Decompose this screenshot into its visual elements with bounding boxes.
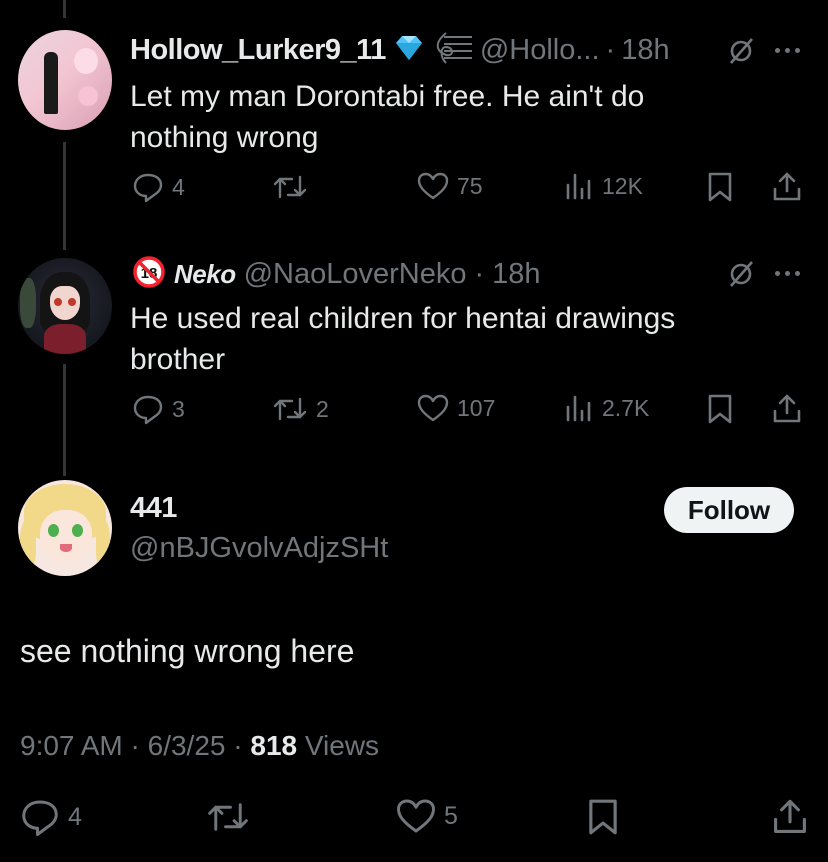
share-icon[interactable] [772,171,802,203]
tweet-2-header: 18 Neko @NaoLoverNeko · 18h [132,254,541,294]
reply-count: 4 [68,802,82,831]
thread-line-top [63,0,66,18]
more-icon[interactable] [775,271,800,276]
like-button[interactable]: 5 [396,797,458,835]
views-label: Views [304,730,380,761]
retweet-icon[interactable] [206,797,250,837]
share-icon[interactable] [772,393,802,425]
more-icon[interactable] [775,48,800,53]
views-count: 818 [250,730,298,761]
bookmark-icon[interactable] [706,171,734,203]
retweet-count: 2 [316,395,329,422]
retweet-icon [272,393,308,425]
grok-icon[interactable] [726,259,756,294]
reply-count: 4 [172,173,185,200]
tweet-time[interactable]: 9:07 AM [20,730,123,761]
views-icon [564,171,594,201]
avatar[interactable] [18,30,112,130]
views-button[interactable]: 12K [564,171,643,201]
handle[interactable]: @nBJGvolvAdjzSHt [130,532,388,565]
thread-line-2 [63,364,66,476]
views-icon [564,393,594,423]
like-count: 107 [457,394,496,421]
grok-icon[interactable] [726,36,756,71]
reply-button[interactable]: 4 [132,171,185,203]
reply-icon [132,171,164,203]
handle[interactable]: @NaoLoverNeko [244,258,467,291]
diamond-icon [392,34,426,67]
avatar[interactable] [18,480,112,576]
reply-count: 3 [172,395,185,422]
tweet-meta: 9:07 AM · 6/3/25 · 818 Views [20,730,380,761]
display-name[interactable]: Neko [174,259,236,290]
separator-dot: · [605,33,616,66]
reply-icon [132,393,164,425]
views-count: 2.7K [602,394,650,421]
views-count: 12K [602,172,643,199]
like-button[interactable]: 75 [417,171,483,201]
display-name[interactable]: Hollow_Lurker9_11 [130,34,386,67]
share-icon[interactable] [772,797,808,837]
timestamp[interactable]: 18h [621,34,669,67]
like-icon [396,797,436,835]
reply-button[interactable]: 3 [132,393,185,425]
avatar[interactable] [18,258,112,354]
retweet-icon [272,171,308,203]
handle[interactable]: @Hollo... [480,34,600,67]
follow-button[interactable]: Follow [664,487,794,533]
reply-icon [20,797,60,837]
tweet-1-header: Hollow_Lurker9_11 @Hollo... · 18h [130,30,670,70]
like-count: 5 [444,801,458,830]
display-name[interactable]: 441 [130,492,177,525]
timestamp[interactable]: 18h [492,258,540,291]
like-icon [417,393,449,423]
separator-dot: · [474,257,485,290]
bookmark-icon[interactable] [586,797,620,837]
tweet-2-actions: 3 2 107 2.7K [132,393,812,433]
like-button[interactable]: 107 [417,393,495,423]
bookmark-icon[interactable] [706,393,734,425]
tweet-2-text: He used real children for hentai drawing… [130,302,676,376]
reply-button[interactable]: 4 [20,797,82,837]
tweet-1-text: Let my man Dorontabi free. He ain't do n… [130,80,645,154]
views-button[interactable]: 2.7K [564,393,649,423]
tweet-date[interactable]: 6/3/25 [148,730,226,761]
retweet-button[interactable]: 2 [272,393,329,425]
main-actions: 4 5 [20,797,810,841]
like-icon [417,171,449,201]
main-tweet-text: see nothing wrong here [20,633,355,669]
music-icon [432,29,474,72]
no-18-icon: 18 [132,255,166,294]
retweet-button[interactable] [272,171,316,203]
thread-line-1 [63,142,66,250]
tweet-1-actions: 4 75 12K [132,171,812,211]
like-count: 75 [457,172,483,199]
